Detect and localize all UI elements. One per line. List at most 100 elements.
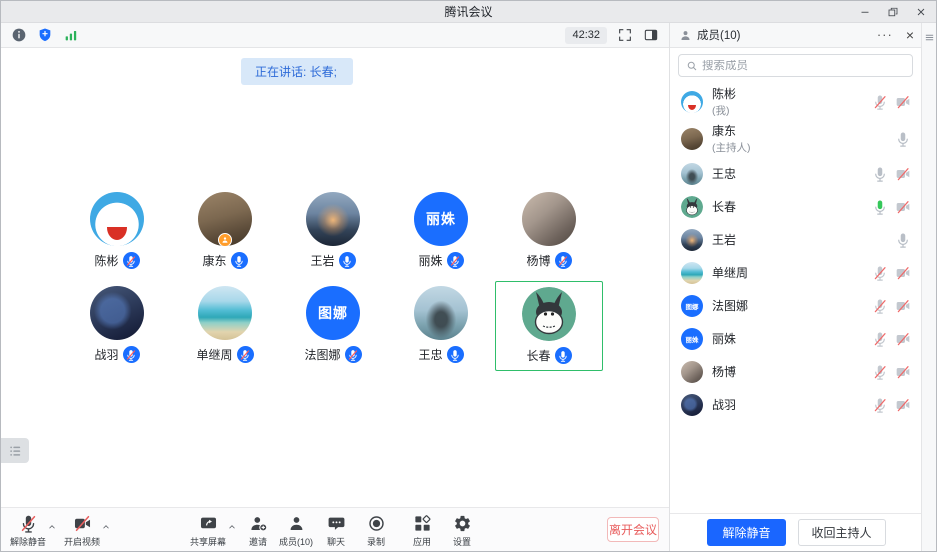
avatar: 图娜 xyxy=(306,286,360,340)
member-row[interactable]: 杨博 xyxy=(670,355,923,388)
camera-off-icon[interactable] xyxy=(895,265,911,281)
security-shield-icon[interactable] xyxy=(37,27,53,43)
member-row[interactable]: 王忠 xyxy=(670,157,923,190)
start-video-button[interactable]: 开启视频 xyxy=(59,513,105,548)
mic-idle-icon[interactable] xyxy=(895,131,911,147)
reclaim-host-button[interactable]: 收回主持人 xyxy=(798,519,886,546)
member-row[interactable]: 单继周 xyxy=(670,256,923,289)
mic-idle-icon[interactable] xyxy=(895,232,911,248)
avatar xyxy=(306,192,360,246)
close-panel-icon[interactable]: × xyxy=(906,29,914,41)
camera-off-icon[interactable] xyxy=(895,199,911,215)
window-title: 腾讯会议 xyxy=(444,3,492,20)
menu-icon[interactable] xyxy=(924,30,935,41)
minimize-button[interactable] xyxy=(856,3,874,21)
record-button[interactable]: 录制 xyxy=(353,513,399,548)
fullscreen-icon[interactable] xyxy=(617,27,633,43)
mic-muted-badge-icon xyxy=(555,252,572,269)
participant-name: 康东 xyxy=(202,252,226,269)
member-list: 陈彬(我) 康东(主持人) 王忠 xyxy=(670,83,923,513)
member-row[interactable]: 康东(主持人) xyxy=(670,120,923,157)
more-icon[interactable]: ··· xyxy=(877,30,893,40)
video-options-chevron[interactable] xyxy=(101,519,111,529)
share-screen-button[interactable]: 共享屏幕 xyxy=(185,513,231,548)
mic-muted-icon[interactable] xyxy=(872,94,888,110)
avatar: 图娜 xyxy=(681,295,703,317)
mic-muted-icon[interactable] xyxy=(872,265,888,281)
avatar xyxy=(681,163,703,185)
mic-muted-badge-icon xyxy=(345,346,362,363)
chat-panel-handle[interactable] xyxy=(1,438,29,463)
mic-muted-icon[interactable] xyxy=(872,298,888,314)
avatar xyxy=(681,128,703,150)
participant-name: 长春 xyxy=(526,347,550,364)
members-panel-header: 成员(10) ··· × xyxy=(670,23,923,48)
participant-tile[interactable]: 王忠 xyxy=(387,281,495,371)
audio-options-chevron[interactable] xyxy=(47,519,57,529)
avatar xyxy=(681,196,703,218)
meeting-info-icon[interactable] xyxy=(11,27,27,43)
participant-tile-active-speaker[interactable]: 长春 xyxy=(495,281,603,371)
participant-name: 王忠 xyxy=(418,346,442,363)
members-panel-footer: 解除静音 收回主持人 xyxy=(670,513,923,551)
mic-off-icon xyxy=(19,513,38,534)
participant-tile[interactable]: 单继周 xyxy=(171,281,279,371)
participant-name: 王岩 xyxy=(310,252,334,269)
member-row[interactable]: 陈彬(我) xyxy=(670,83,923,120)
camera-off-icon[interactable] xyxy=(895,166,911,182)
meeting-top-toolbar: 42:32 xyxy=(1,23,669,48)
participant-tile[interactable]: 图娜 法图娜 xyxy=(279,281,387,371)
camera-off-icon[interactable] xyxy=(895,331,911,347)
camera-off-icon[interactable] xyxy=(895,94,911,110)
mic-active-icon[interactable] xyxy=(872,199,888,215)
right-collapse-strip[interactable] xyxy=(921,23,936,551)
member-row[interactable]: 图娜 法图娜 xyxy=(670,289,923,322)
participant-tile[interactable]: 杨博 xyxy=(495,187,603,277)
unmute-all-button[interactable]: 解除静音 xyxy=(707,519,785,546)
members-person-icon xyxy=(287,513,306,534)
participant-stage: 正在讲话: 长春; 陈彬 康东 王岩 丽姝 丽 xyxy=(1,48,669,507)
camera-off-icon[interactable] xyxy=(895,397,911,413)
share-screen-icon xyxy=(199,513,218,534)
avatar-initials: 图娜 xyxy=(318,303,348,323)
avatar xyxy=(90,192,144,246)
avatar xyxy=(681,361,703,383)
member-search-box[interactable] xyxy=(678,54,913,77)
close-window-button[interactable] xyxy=(912,3,930,21)
mic-muted-icon[interactable] xyxy=(872,397,888,413)
unmute-button[interactable]: 解除静音 xyxy=(5,513,51,548)
list-icon xyxy=(8,443,23,458)
leave-meeting-button[interactable]: 离开会议 xyxy=(607,517,659,542)
participant-tile[interactable]: 陈彬 xyxy=(63,187,171,277)
apps-grid-icon xyxy=(413,513,432,534)
member-row[interactable]: 长春 xyxy=(670,190,923,223)
search-input[interactable] xyxy=(702,60,905,72)
restore-button[interactable] xyxy=(884,3,902,21)
gear-icon xyxy=(453,513,472,534)
participant-tile[interactable]: 王岩 xyxy=(279,187,387,277)
mic-muted-icon[interactable] xyxy=(872,331,888,347)
avatar xyxy=(681,262,703,284)
titlebar[interactable]: 腾讯会议 xyxy=(1,1,936,23)
layout-toggle-icon[interactable] xyxy=(643,27,659,43)
member-row[interactable]: 丽姝 丽姝 xyxy=(670,322,923,355)
camera-off-icon[interactable] xyxy=(895,364,911,380)
settings-button[interactable]: 设置 xyxy=(439,513,485,548)
member-row[interactable]: 战羽 xyxy=(670,388,923,421)
speaking-banner: 正在讲话: 长春; xyxy=(241,58,353,85)
participant-name: 丽姝 xyxy=(418,252,442,269)
participant-tile[interactable]: 丽姝 丽姝 xyxy=(387,187,495,277)
participant-tile[interactable]: 康东 xyxy=(171,187,279,277)
network-signal-icon[interactable] xyxy=(63,27,79,43)
members-panel: 成员(10) ··· × 陈彬(我) 康东(主持人) xyxy=(669,23,923,551)
mic-idle-icon[interactable] xyxy=(872,166,888,182)
mic-muted-badge-icon xyxy=(447,252,464,269)
camera-off-icon[interactable] xyxy=(895,298,911,314)
record-icon xyxy=(367,513,386,534)
member-row[interactable]: 王岩 xyxy=(670,223,923,256)
avatar xyxy=(522,192,576,246)
invite-person-icon xyxy=(249,513,268,534)
participant-tile[interactable]: 战羽 xyxy=(63,281,171,371)
mic-muted-icon[interactable] xyxy=(872,364,888,380)
camera-off-icon xyxy=(73,513,92,534)
